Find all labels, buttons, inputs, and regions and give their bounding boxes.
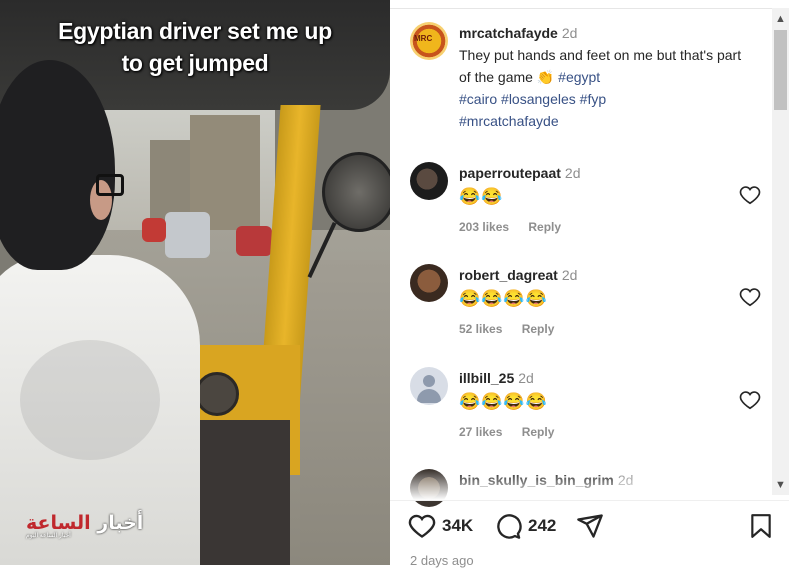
hashtag-link[interactable]: #cairo xyxy=(459,91,497,107)
video-road xyxy=(300,260,390,565)
hashtag-link[interactable]: #mrcatchafayde xyxy=(459,113,559,129)
commenter-username[interactable]: paperroutepaat xyxy=(459,165,561,181)
commenter-avatar[interactable] xyxy=(410,367,448,405)
comment-text: 😂😂😂😂 xyxy=(459,289,548,308)
action-bar: 34K 242 xyxy=(408,512,778,548)
hashtag-link[interactable]: #fyp xyxy=(580,91,606,107)
side-mirror xyxy=(322,152,390,232)
news-watermark: أخبار الساعة أخبار الساعة اليوم xyxy=(26,512,143,539)
commenter-avatar[interactable] xyxy=(410,162,448,200)
save-icon[interactable] xyxy=(748,512,774,540)
author-avatar[interactable]: MRC xyxy=(410,22,448,60)
commenter-avatar[interactable] xyxy=(410,264,448,302)
reply-button[interactable]: Reply xyxy=(522,322,555,336)
comment-meta: 27 likes Reply xyxy=(459,421,749,443)
heart-icon[interactable] xyxy=(739,286,761,308)
share-icon[interactable] xyxy=(576,512,604,540)
comment-meta: 52 likes Reply xyxy=(459,318,749,340)
scroll-down-icon[interactable]: ▼ xyxy=(772,476,789,494)
heart-icon[interactable] xyxy=(408,512,436,540)
passenger-glasses xyxy=(96,174,124,196)
watermark-logo: أخبار الساعة xyxy=(26,512,144,534)
share-action[interactable] xyxy=(576,512,604,540)
caption-body: mrcatchafayde 2d They put hands and feet … xyxy=(459,22,749,132)
post-time: 2d xyxy=(561,25,578,41)
reel-video[interactable]: Egyptian driver set me up to get jumped … xyxy=(0,0,390,565)
speed-gauge xyxy=(195,372,239,416)
comment-time: 2d xyxy=(518,370,534,386)
heart-icon[interactable] xyxy=(739,389,761,411)
reply-button[interactable]: Reply xyxy=(528,220,561,234)
comment-body: paperroutepaat 2d 😂😂 203 likes Reply xyxy=(459,162,749,238)
video-caption-line1: Egyptian driver set me up xyxy=(58,18,332,44)
video-caption-line2: to get jumped xyxy=(121,50,269,76)
hashtag-link[interactable]: #egypt xyxy=(558,69,600,85)
video-car xyxy=(142,218,166,242)
comment-text: 😂😂 xyxy=(459,187,504,206)
caption-emoji: 👏 xyxy=(536,69,555,85)
reply-button[interactable]: Reply xyxy=(522,425,555,439)
hashtag-link[interactable]: #losangeles xyxy=(501,91,576,107)
comment-time: 2d xyxy=(564,165,581,181)
like-action[interactable]: 34K xyxy=(408,512,473,540)
comment-icon[interactable] xyxy=(494,512,522,540)
top-divider xyxy=(390,8,780,9)
author-username[interactable]: mrcatchafayde xyxy=(459,25,558,41)
save-action[interactable] xyxy=(748,512,774,540)
comment-meta: 203 likes Reply xyxy=(459,216,749,238)
comment-action[interactable]: 242 xyxy=(494,512,556,540)
actions-divider xyxy=(390,500,789,501)
list-fade xyxy=(390,470,780,500)
hoodie-shade xyxy=(20,340,160,460)
scroll-up-icon[interactable]: ▲ xyxy=(772,10,789,28)
like-count-total: 34K xyxy=(442,516,474,535)
commenter-username[interactable]: illbill_25 xyxy=(459,370,514,386)
video-van xyxy=(165,212,210,258)
comments-panel: MRC mrcatchafayde 2d They put hands and f… xyxy=(390,0,789,568)
heart-icon[interactable] xyxy=(739,184,761,206)
comment-text: 😂😂😂😂 xyxy=(459,392,548,411)
comment-time: 2d xyxy=(561,267,578,283)
like-count[interactable]: 27 likes xyxy=(459,425,502,439)
post-age: 2 days ago xyxy=(410,553,474,568)
like-count[interactable]: 52 likes xyxy=(459,322,502,336)
like-count[interactable]: 203 likes xyxy=(459,220,509,234)
scrollbar-thumb[interactable] xyxy=(774,30,787,110)
comment-body: robert_dagreat 2d 😂😂😂😂 52 likes Reply xyxy=(459,264,749,340)
commenter-username[interactable]: robert_dagreat xyxy=(459,267,558,283)
video-car xyxy=(236,226,272,256)
comment-count-total: 242 xyxy=(528,516,557,535)
comment-body: illbill_25 2d 😂😂😂😂 27 likes Reply xyxy=(459,367,749,443)
